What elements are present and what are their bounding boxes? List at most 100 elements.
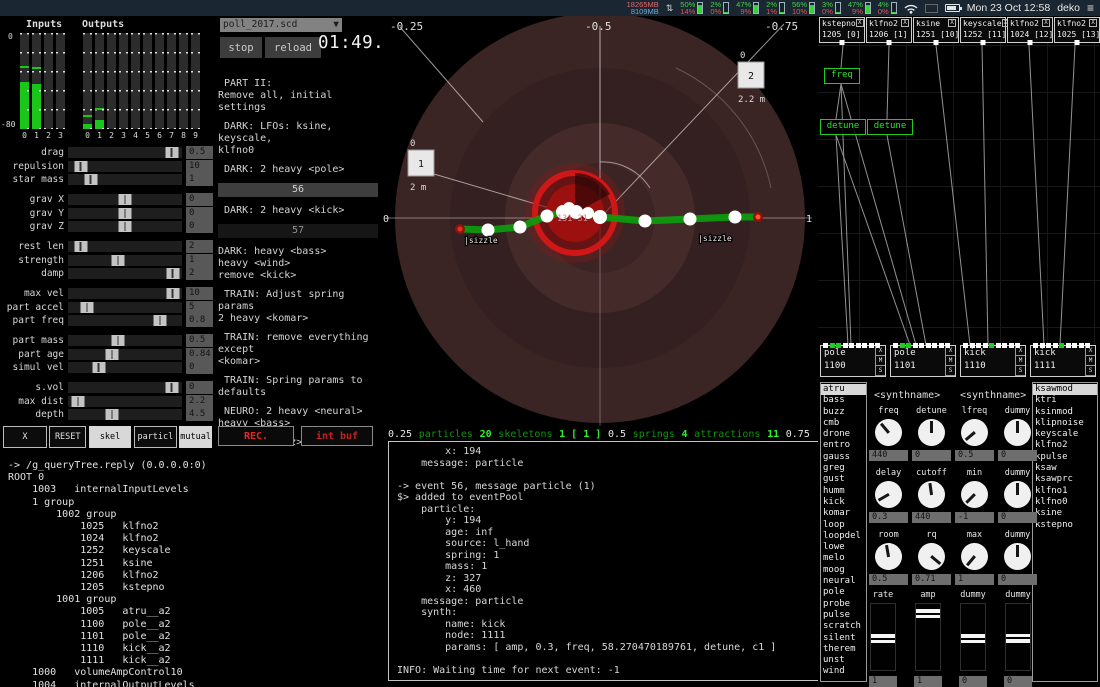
x-toggle[interactable]: X — [1015, 346, 1025, 356]
slider-track[interactable] — [67, 361, 183, 374]
slider-value[interactable]: 0.5 — [186, 146, 213, 159]
viz-mode-button[interactable]: X — [3, 426, 47, 448]
slider-track[interactable] — [67, 254, 183, 267]
synth-node-box[interactable]: kick 1110 X M S — [960, 345, 1026, 377]
slider-value[interactable]: 0 — [186, 220, 213, 233]
slider-handle[interactable] — [112, 335, 125, 346]
slider-track[interactable] — [67, 193, 183, 206]
synth-list-item[interactable]: loopdel — [821, 531, 866, 542]
slider-value[interactable]: 5 — [186, 301, 213, 314]
slider-handle[interactable] — [81, 302, 94, 313]
knob[interactable] — [955, 475, 993, 513]
synth-list-item[interactable]: loop — [821, 520, 866, 531]
node-box[interactable]: klfno2 X 1206 [1] — [866, 17, 912, 43]
slider-value[interactable]: 0 — [186, 193, 213, 206]
slider-handle[interactable] — [154, 315, 167, 326]
fader-value[interactable]: 1 — [869, 676, 897, 687]
stop-button[interactable]: stop — [220, 37, 262, 58]
synth-list-item[interactable]: entro — [821, 440, 866, 451]
particle-visualization[interactable]: 131-31 |sizzle |sizzle -0.25 -0.5 -0.75 … — [380, 16, 818, 441]
menu-clock[interactable]: Mon 23 Oct 12:58 — [967, 2, 1050, 14]
knob[interactable] — [1004, 543, 1031, 570]
close-node-button[interactable]: X — [856, 19, 864, 27]
synth-list-item[interactable]: gust — [821, 474, 866, 485]
slider-value[interactable]: 0.8 — [186, 314, 213, 327]
slider-handle[interactable] — [165, 147, 178, 158]
slider-value[interactable]: 2 — [186, 267, 213, 280]
slider-handle[interactable] — [74, 161, 87, 172]
knob[interactable] — [918, 419, 945, 446]
knob[interactable] — [869, 413, 907, 451]
viz-mode-button[interactable]: particl — [134, 426, 177, 448]
battery-icon[interactable] — [945, 4, 960, 12]
x-toggle[interactable]: X — [875, 346, 885, 356]
close-node-button[interactable]: X — [1042, 19, 1050, 27]
solo-toggle[interactable]: S — [945, 366, 955, 376]
knob-value[interactable]: 440 — [912, 512, 951, 523]
knob[interactable] — [1004, 481, 1031, 508]
x-toggle[interactable]: X — [945, 346, 955, 356]
slider-value[interactable]: 0 — [186, 361, 213, 374]
node-box[interactable]: ksine X 1251 [10] — [913, 17, 959, 43]
mute-toggle[interactable]: M — [1085, 356, 1095, 366]
synth-list-item[interactable]: pulse — [821, 610, 866, 621]
slider-handle[interactable] — [106, 349, 119, 360]
close-node-button[interactable]: X — [901, 19, 909, 27]
node-outlet[interactable] — [981, 40, 986, 45]
slider-handle[interactable] — [119, 221, 132, 232]
solo-toggle[interactable]: S — [875, 366, 885, 376]
knob[interactable] — [916, 479, 946, 509]
knob-value[interactable]: 0 — [998, 450, 1037, 461]
fader-track[interactable] — [915, 603, 941, 671]
slider-handle[interactable] — [119, 208, 132, 219]
synth-list-item[interactable]: buzz — [821, 407, 866, 418]
rec-button[interactable]: REC. — [218, 426, 294, 446]
flag-icon[interactable] — [925, 4, 938, 13]
slider-handle[interactable] — [112, 255, 125, 266]
slider-track[interactable] — [67, 207, 183, 220]
slider-handle[interactable] — [72, 396, 85, 407]
slider-handle[interactable] — [92, 362, 105, 373]
slider-handle[interactable] — [166, 288, 179, 299]
lfo-list-item[interactable]: klipnoise — [1033, 418, 1097, 429]
slider-value[interactable]: 0 — [186, 207, 213, 220]
slider-track[interactable] — [67, 395, 183, 408]
node-outlet[interactable] — [840, 40, 845, 45]
node-box[interactable]: keyscale X 1252 [11] — [960, 17, 1006, 43]
slider-value[interactable]: 1 — [186, 254, 213, 267]
knob-value[interactable]: 440 — [869, 450, 908, 461]
close-node-button[interactable]: X — [1089, 19, 1097, 27]
mute-toggle[interactable]: M — [945, 356, 955, 366]
node-outlet[interactable] — [887, 40, 892, 45]
slider-track[interactable] — [67, 160, 183, 173]
slider-handle[interactable] — [74, 241, 87, 252]
synth-node-box[interactable]: pole 1100 X M S — [820, 345, 886, 377]
knob-value[interactable]: 0.3 — [869, 512, 908, 523]
synth-list-item[interactable]: lowe — [821, 542, 866, 553]
slider-value[interactable]: 2 — [186, 240, 213, 253]
lfo-list-item[interactable]: ktri — [1033, 395, 1097, 406]
slider-track[interactable] — [67, 314, 183, 327]
wifi-icon[interactable] — [904, 3, 918, 14]
slider-value[interactable]: 10 — [186, 160, 213, 173]
synth-list-item[interactable]: melo — [821, 553, 866, 564]
synth-list-item[interactable]: atru — [821, 384, 866, 395]
slider-track[interactable] — [67, 348, 183, 361]
slider-track[interactable] — [67, 173, 183, 186]
knob[interactable] — [873, 541, 904, 572]
slider-value[interactable]: 0.5 — [186, 334, 213, 347]
node-box[interactable]: klfno2 X 1025 [13] — [1054, 17, 1100, 43]
synth-node-box[interactable]: pole 1101 X M S — [890, 345, 956, 377]
lfo-list-item[interactable]: klfno1 — [1033, 486, 1097, 497]
node-outlet[interactable] — [934, 40, 939, 45]
menu-user[interactable]: deko — [1057, 2, 1080, 14]
knob-value[interactable]: 1 — [955, 574, 994, 585]
fader-track[interactable] — [1005, 603, 1031, 671]
synth-list-item[interactable]: unst — [821, 655, 866, 666]
node-graph-canvas[interactable]: kstepno X 1205 [0] klfno2 X 1206 [1] — [818, 16, 1100, 344]
synth-list-item[interactable]: silent — [821, 633, 866, 644]
knob-value[interactable]: -1 — [955, 512, 994, 523]
solo-toggle[interactable]: S — [1015, 366, 1025, 376]
slider-track[interactable] — [67, 240, 183, 253]
slider-handle[interactable] — [119, 194, 132, 205]
